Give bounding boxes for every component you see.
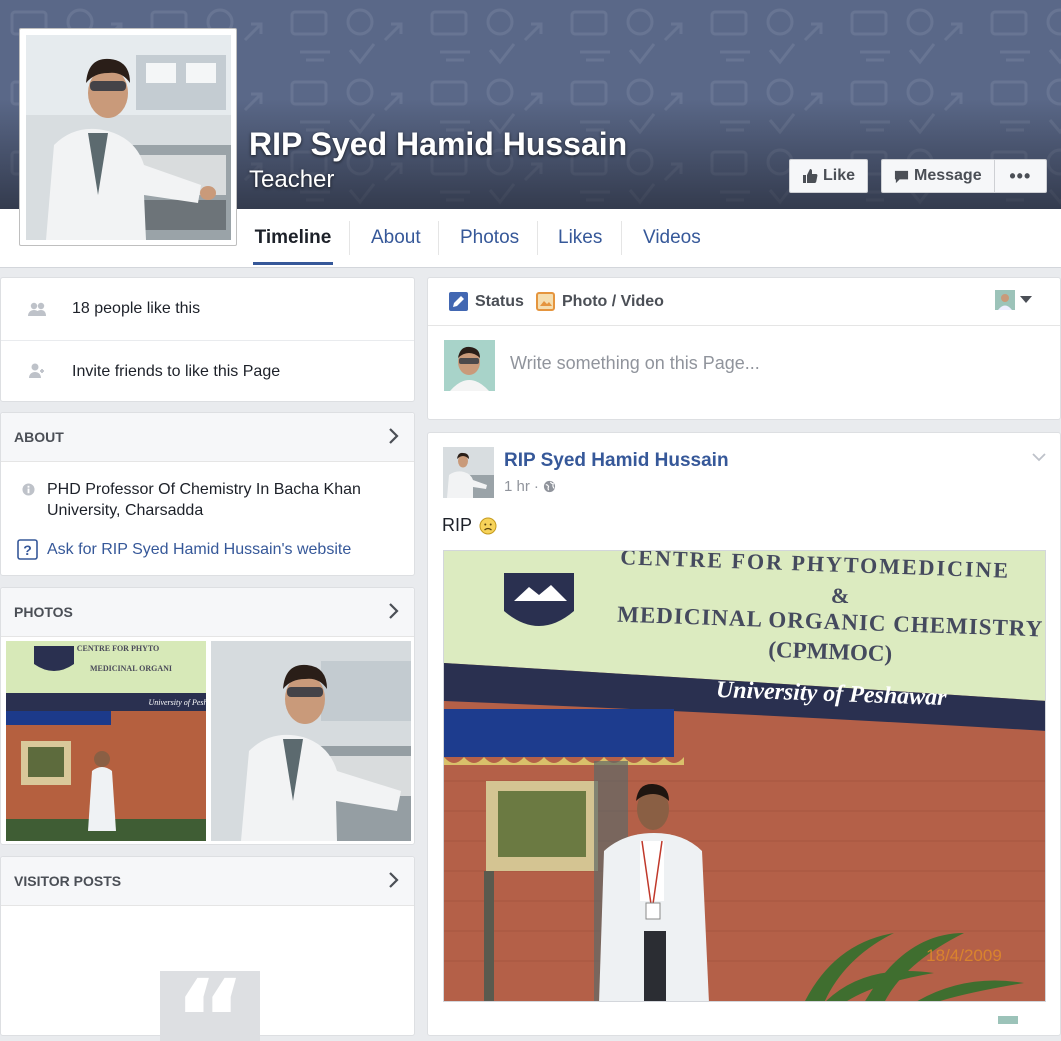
quote-icon: “ [160, 971, 260, 1041]
composer-input[interactable]: Write something on this Page... [510, 353, 760, 374]
chevron-down-icon[interactable] [1032, 453, 1046, 462]
about-description: PHD Professor Of Chemistry In Bacha Khan… [47, 481, 361, 519]
banner-line2: & [831, 583, 849, 608]
profile-photo [26, 35, 231, 240]
divider [428, 325, 1060, 326]
tab-videos[interactable]: Videos [643, 209, 701, 265]
page-category[interactable]: Teacher [249, 166, 334, 194]
lab-person-image [26, 35, 231, 240]
caret-down-icon[interactable] [1020, 296, 1032, 304]
tab-timeline[interactable]: Timeline [253, 209, 333, 265]
post-author-avatar[interactable] [443, 447, 494, 498]
status-tab-label: Status [475, 292, 524, 310]
photo-video-tab[interactable]: Photo / Video [536, 292, 664, 311]
tab-divider [537, 221, 538, 255]
about-header[interactable]: ABOUT [1, 413, 414, 462]
banner-line4: (CPMMOC) [768, 637, 893, 666]
ask-website-link[interactable]: Ask for RIP Syed Hamid Hussain's website [47, 541, 351, 559]
post-text: RIP [442, 515, 497, 536]
centre-building-photo: CENTRE FOR PHYTOMEDICINE & MEDICINAL ORG… [444, 551, 1045, 1001]
composer-avatar [444, 340, 495, 391]
quote-glyph: “ [173, 971, 247, 1041]
photo-icon [536, 292, 555, 311]
more-options-button[interactable]: ••• [995, 166, 1046, 187]
avatar-image [443, 447, 494, 498]
post-photo[interactable]: CENTRE FOR PHYTOMEDICINE & MEDICINAL ORG… [443, 550, 1046, 1002]
post-timestamp[interactable]: 1 hr [504, 478, 530, 495]
chevron-right-icon [389, 428, 399, 444]
photos-title: PHOTOS [14, 604, 73, 620]
pencil-icon [449, 292, 468, 311]
message-button-label: Message [914, 167, 982, 184]
photo-thumbnail[interactable]: CENTRE FOR PHYTO MEDICINAL ORGANI Univer… [6, 641, 206, 841]
page-name[interactable]: RIP Syed Hamid Hussain [249, 126, 627, 163]
chevron-right-icon [389, 872, 399, 888]
sad-emoji-icon [479, 517, 497, 534]
chevron-right-icon [389, 603, 399, 619]
visitor-posts-card: VISITOR POSTS “ [0, 856, 415, 1041]
invite-person-icon [29, 363, 44, 378]
svg-text:University of Pesh: University of Pesh [148, 698, 206, 707]
invite-friends-link[interactable]: Invite friends to like this Page [72, 363, 280, 381]
photo-date-stamp: 18/4/2009 [926, 946, 1002, 965]
visitor-posts-header[interactable]: VISITOR POSTS [1, 857, 414, 906]
thumbs-up-icon [802, 169, 818, 183]
post-message: RIP [442, 515, 473, 535]
globe-icon [543, 480, 555, 493]
like-button-label: Like [822, 167, 855, 184]
svg-text:CENTRE FOR PHYTO: CENTRE FOR PHYTO [77, 644, 160, 653]
about-card: ABOUT PHD Professor Of Chemistry In Bach… [0, 412, 415, 576]
likes-card: 18 people like this Invite friends to li… [0, 277, 415, 402]
tab-about[interactable]: About [371, 209, 421, 265]
profile-picture[interactable] [19, 28, 237, 246]
people-icon [28, 302, 46, 316]
svg-text:?: ? [23, 542, 32, 558]
photo-video-tab-label: Photo / Video [562, 292, 664, 310]
message-button-group: Message ••• [881, 159, 1047, 193]
question-icon: ? [17, 539, 38, 560]
photos-card: PHOTOS CENTRE FOR PHYTO MEDICINAL ORGANI… [0, 587, 415, 845]
tab-divider [621, 221, 622, 255]
status-tab[interactable]: Status [449, 292, 524, 311]
tab-divider [349, 221, 350, 255]
visitor-posts-title: VISITOR POSTS [14, 873, 122, 889]
avatar-icon [995, 290, 1015, 310]
like-button[interactable]: Like [789, 159, 868, 193]
message-button[interactable]: Message [882, 160, 995, 192]
post-author-name[interactable]: RIP Syed Hamid Hussain [504, 450, 729, 472]
photo-thumbnail[interactable] [211, 641, 411, 841]
photos-header[interactable]: PHOTOS [1, 588, 414, 637]
tab-likes[interactable]: Likes [558, 209, 602, 265]
tab-divider [438, 221, 439, 255]
reaction-avatar [998, 1016, 1018, 1024]
post-as-avatar[interactable] [995, 290, 1015, 310]
lab-person-photo [211, 641, 411, 841]
info-icon [22, 483, 35, 496]
about-title: ABOUT [14, 429, 64, 445]
meta-separator: · [533, 478, 539, 495]
tab-photos[interactable]: Photos [460, 209, 519, 265]
likes-count-text[interactable]: 18 people like this [72, 300, 200, 318]
divider [1, 340, 414, 341]
building-photo: CENTRE FOR PHYTO MEDICINAL ORGANI Univer… [6, 641, 206, 841]
message-icon [894, 170, 909, 183]
post-meta: 1 hr · [504, 478, 556, 495]
avatar-image [444, 340, 495, 391]
svg-text:MEDICINAL ORGANI: MEDICINAL ORGANI [90, 664, 172, 673]
